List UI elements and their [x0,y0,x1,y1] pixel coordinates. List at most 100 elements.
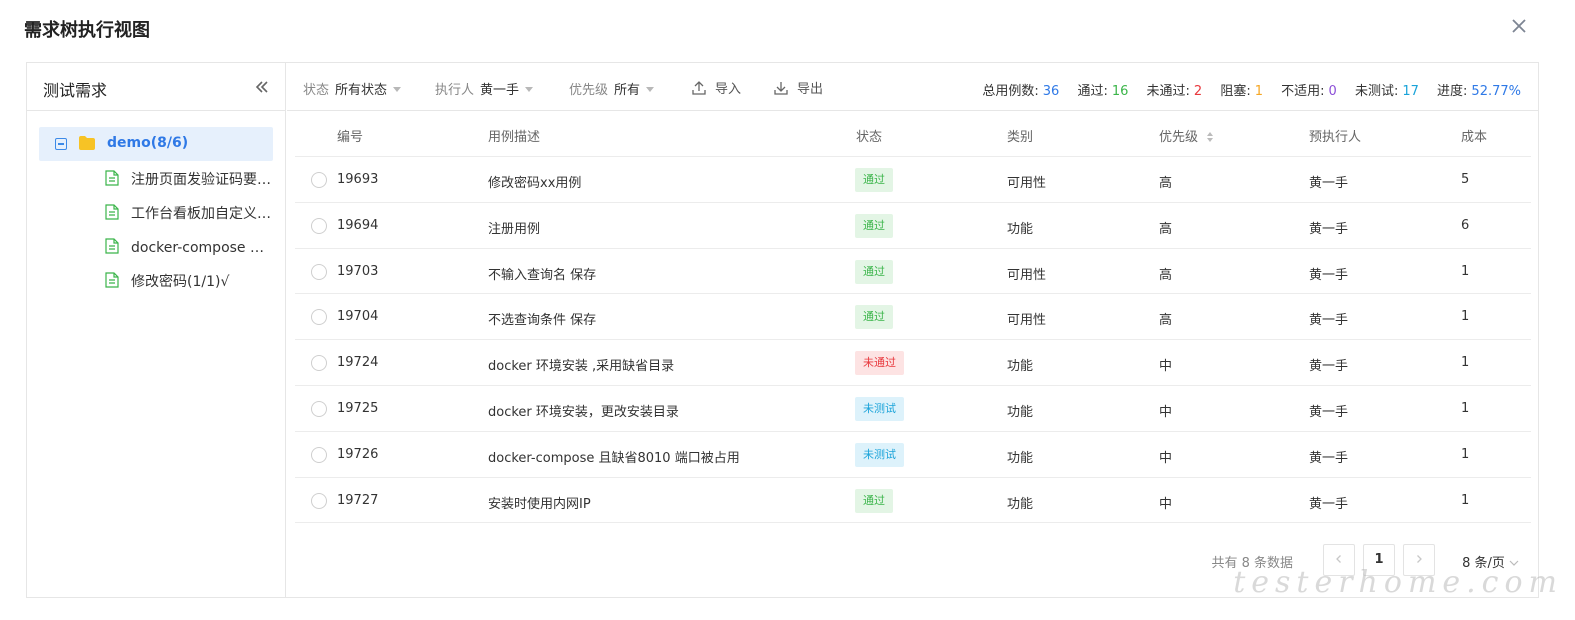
column-header-id[interactable]: 编号 [337,126,363,145]
cell-priority: 高 [1159,221,1173,237]
column-header-cost[interactable]: 成本 [1461,126,1487,145]
row-select-radio[interactable] [311,492,327,509]
tree-node-child[interactable]: 修改密码(1/1)√ [39,263,273,297]
stat-blocked-label: 阻塞: [1220,84,1251,99]
export-label: 导出 [797,82,824,97]
cell-id: 19694 [337,217,379,233]
stat-fail: 未通过: 2 [1147,84,1203,99]
close-icon[interactable] [1507,14,1531,38]
table-row[interactable]: 19694 注册用例 通过 功能 高 黄一手 6 [295,203,1531,249]
table-row[interactable]: 19727 安装时使用内网IP 通过 功能 中 黄一手 1 [295,478,1531,524]
cell-executor: 黄一手 [1309,450,1349,466]
double-chevron-left-icon[interactable] [253,78,271,96]
executor-filter[interactable]: 执行人 黄一手 [435,79,534,98]
cell-id: 19693 [337,172,379,187]
stat-total: 总用例数: 36 [982,84,1059,99]
stat-pass: 通过: 16 [1077,84,1128,99]
row-select-radio[interactable] [311,309,327,326]
row-select-radio[interactable] [311,263,327,280]
cell-cost: 1 [1461,446,1470,462]
cell-priority: 高 [1159,267,1173,283]
case-table: 编号 用例描述 状态 类别 优先级 预执行人 成本 19693 修改密码xx用例通… [295,111,1531,524]
column-header-category[interactable]: 类别 [1007,126,1033,145]
cell-priority: 中 [1159,404,1173,420]
table-row[interactable]: 19703 不输入查询名 保存 通过 可用性 高 黄一手 1 [295,249,1531,295]
status-badge: 通过 [855,213,893,238]
stat-blocked-value: 1 [1254,84,1263,99]
table-row[interactable]: 19724 docker 环境安装 ,采用缺省目录 未通过 功能 中 黄一手 1 [295,340,1531,386]
caret-down-icon [393,87,402,92]
row-select-radio[interactable] [311,172,327,188]
cell-id: 19704 [337,309,379,325]
execution-stats: 总用例数: 36 通过: 16 未通过: 2 阻塞: 1 不适用: 0 未测试: 17 进度… [968,80,1521,99]
stat-pass-value: 16 [1111,84,1129,99]
priority-filter[interactable]: 优先级 所有 [569,79,655,98]
executor-filter-value: 黄一手 [480,83,520,98]
cell-cost: 6 [1461,217,1470,233]
row-select-radio[interactable] [311,400,327,417]
cell-id: 19727 [337,492,379,508]
cell-description[interactable]: docker 环境安装 ,采用缺省目录 [488,355,674,374]
executor-filter-label: 执行人 [435,83,475,98]
upload-icon [692,81,706,95]
export-button[interactable]: 导出 [773,78,823,97]
priority-filter-value: 所有 [614,83,641,98]
tree-node-root[interactable]: demo(8/6) [39,127,273,161]
stat-untested-label: 未测试: [1354,84,1399,99]
cell-category: 可用性 [1007,313,1047,329]
status-filter[interactable]: 状态 所有状态 [303,79,402,98]
download-icon [774,82,788,95]
stat-untested-value: 17 [1402,84,1419,99]
cell-executor: 黄一手 [1309,359,1349,375]
cell-description[interactable]: 安装时使用内网IP [488,493,591,512]
cell-executor: 黄一手 [1309,267,1349,283]
cell-description[interactable]: 注册用例 [488,218,540,237]
sort-icon[interactable] [1206,131,1214,143]
table-header: 编号 用例描述 状态 类别 优先级 预执行人 成本 [295,111,1531,157]
watermark: testerhome.com [1233,565,1563,600]
status-badge: 未测试 [855,396,904,421]
collapse-node-icon[interactable] [55,138,67,150]
cell-category: 可用性 [1007,176,1047,191]
stat-na-value: 0 [1328,84,1337,99]
cell-cost: 1 [1461,492,1470,508]
column-header-executor[interactable]: 预执行人 [1309,126,1361,145]
cell-cost: 5 [1461,172,1470,187]
stat-progress: 进度: 52.77% [1437,84,1521,99]
tree-node-label: docker-compose 安… [131,240,273,256]
caret-down-icon [646,87,655,92]
cell-cost: 1 [1461,263,1470,279]
cell-id: 19725 [337,400,379,416]
column-header-description[interactable]: 用例描述 [488,126,540,145]
tree-node-child[interactable]: 工作台看板加自定义(… [39,195,273,229]
cell-category: 可用性 [1007,267,1047,283]
cell-category: 功能 [1007,404,1034,420]
table-row[interactable]: 19726 docker-compose 且缺省8010 端口被占用 未测试 功能 中 黄… [295,432,1531,478]
table-row[interactable]: 19725 docker 环境安装，更改安装目录 未测试 功能 中 黄一手 1 [295,386,1531,432]
column-header-priority[interactable]: 优先级 [1159,126,1214,145]
row-select-radio[interactable] [311,446,327,463]
tree-node-label: 修改密码(1/1)√ [131,274,230,290]
document-icon [105,170,119,186]
tree-node-label: demo(8/6) [107,135,189,151]
tree-node-child[interactable]: docker-compose 安… [39,229,273,263]
status-badge: 未通过 [855,351,904,376]
cell-description[interactable]: docker-compose 且缺省8010 端口被占用 [488,447,740,466]
chevron-right-icon [1417,555,1422,563]
cell-description[interactable]: 不选查询条件 保存 [488,309,596,328]
cell-executor: 黄一手 [1309,313,1349,329]
document-icon [105,238,119,254]
table-row[interactable]: 19704 不选查询条件 保存 通过 可用性 高 黄一手 1 [295,294,1531,341]
import-button[interactable]: 导入 [691,78,741,97]
row-select-radio[interactable] [311,217,327,234]
cell-id: 19724 [337,355,379,371]
cell-description[interactable]: docker 环境安装，更改安装目录 [488,401,679,420]
table-row[interactable]: 19693 修改密码xx用例 通过 可用性 高 黄一手 5 [295,157,1531,203]
cell-priority: 中 [1159,450,1173,466]
tree-node-child[interactable]: 注册页面发验证码要… [39,161,273,195]
column-header-status[interactable]: 状态 [856,126,882,145]
cell-description[interactable]: 不输入查询名 保存 [488,264,596,283]
cell-description[interactable]: 修改密码xx用例 [488,172,581,191]
cell-cost: 1 [1461,309,1470,325]
row-select-radio[interactable] [311,355,327,372]
